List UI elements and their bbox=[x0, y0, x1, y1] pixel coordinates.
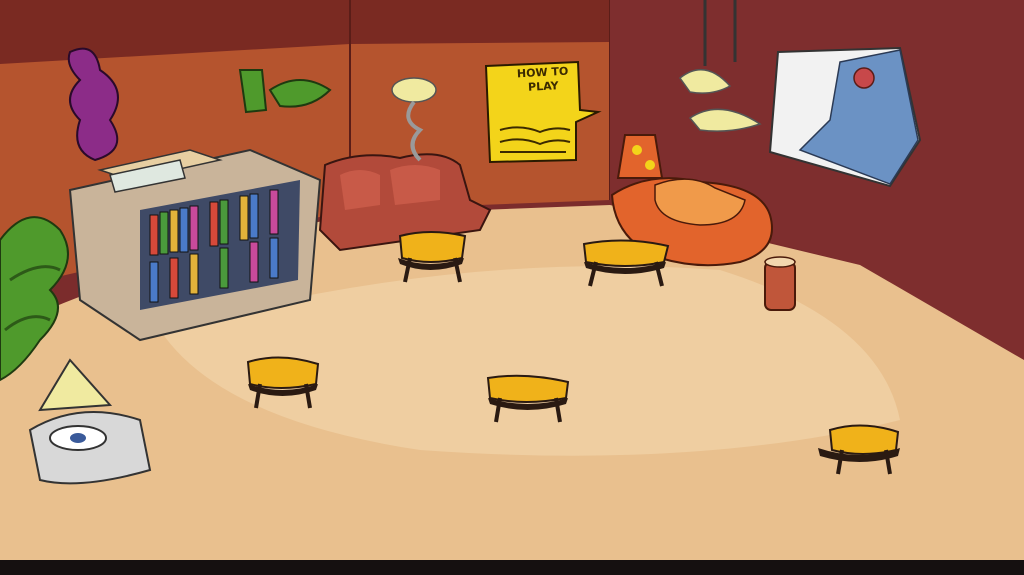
drink-cup bbox=[764, 256, 796, 311]
poster-title: HOW TO PLAY bbox=[487, 63, 598, 97]
orange-lamp bbox=[616, 134, 664, 179]
